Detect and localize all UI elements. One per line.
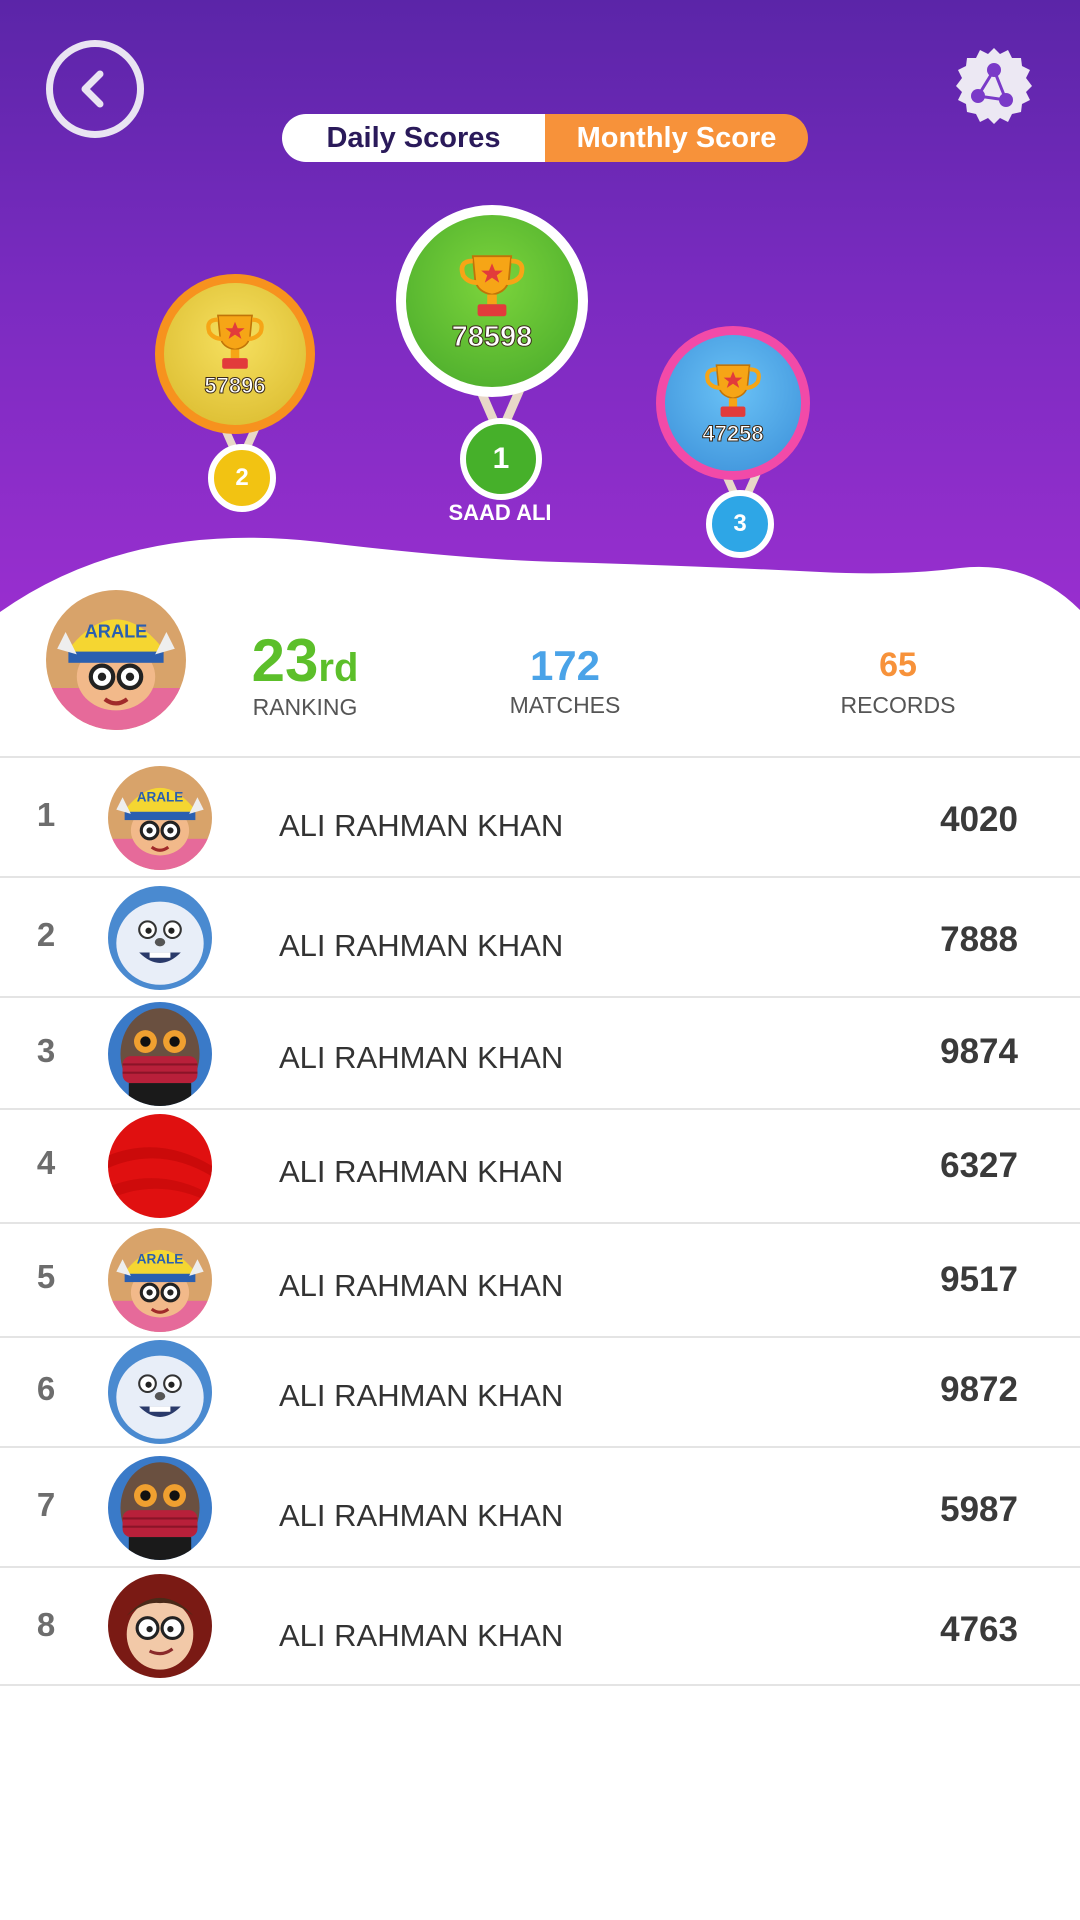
row-name: ALI RAHMAN KHAN — [279, 1268, 564, 1303]
share-icon — [956, 48, 1032, 124]
owl-avatar-icon — [108, 1002, 212, 1106]
yeti-avatar-icon — [108, 1340, 212, 1444]
row-name: ALI RAHMAN KHAN — [279, 1378, 564, 1413]
row-avatar — [108, 766, 212, 870]
my-avatar — [46, 590, 186, 730]
yeti-avatar-icon — [108, 886, 212, 990]
row-rank: 2 — [36, 916, 56, 953]
podium-second-medal[interactable]: 57896 — [155, 274, 315, 434]
row-rank: 4 — [36, 1144, 56, 1181]
row-name: ALI RAHMAN KHAN — [279, 808, 564, 843]
row-avatar — [108, 1456, 212, 1560]
podium-first-score: 78598 — [451, 320, 533, 353]
girl-avatar-icon — [108, 766, 212, 870]
leaderboard-header: Daily Scores Monthly Score 78598 1 SAAD … — [0, 0, 1080, 640]
row-avatar — [108, 1340, 212, 1444]
row-score: 9872 — [940, 1370, 1018, 1409]
row-score: 9874 — [940, 1032, 1018, 1071]
trophy-icon — [456, 249, 528, 321]
row-rank: 5 — [36, 1258, 56, 1295]
row-rank: 3 — [36, 1032, 56, 1069]
row-score: 4763 — [940, 1610, 1018, 1649]
ranking-label: RANKING — [252, 694, 358, 720]
matches-value: 172 — [529, 642, 601, 689]
rank-badge-1: 1 — [460, 418, 542, 500]
ranking-value-wrap: 23rd — [240, 626, 370, 695]
podium-second-score: 57896 — [204, 373, 266, 399]
boy-avatar-icon — [108, 1574, 212, 1678]
ranking-suffix: rd — [318, 646, 359, 690]
leaderboard-list: 1 ALI RAHMAN KHAN 4020 2 ALI RAHMAN KHAN… — [0, 756, 1080, 1686]
chevron-left-icon — [81, 70, 104, 108]
row-name: ALI RAHMAN KHAN — [279, 1498, 564, 1533]
row-name: ALI RAHMAN KHAN — [279, 1040, 564, 1075]
row-name: ALI RAHMAN KHAN — [279, 1618, 564, 1653]
row-avatar — [108, 1002, 212, 1106]
row-name: ALI RAHMAN KHAN — [279, 1154, 564, 1189]
red-avatar-icon — [108, 1114, 212, 1218]
list-item[interactable]: 4 ALI RAHMAN KHAN 6327 — [0, 1108, 1080, 1222]
list-item[interactable]: 5 ALI RAHMAN KHAN 9517 — [0, 1222, 1080, 1336]
girl-avatar-icon — [46, 590, 186, 730]
row-score: 6327 — [940, 1146, 1018, 1185]
records-value: 65 — [879, 646, 917, 684]
back-button[interactable] — [46, 40, 144, 138]
rank-badge-2: 2 — [208, 444, 276, 512]
list-item[interactable]: 2 ALI RAHMAN KHAN 7888 — [0, 876, 1080, 996]
list-item[interactable]: 7 ALI RAHMAN KHAN 5987 — [0, 1446, 1080, 1566]
list-item[interactable]: 3 ALI RAHMAN KHAN 9874 — [0, 996, 1080, 1108]
share-button[interactable] — [948, 44, 1040, 136]
trophy-icon — [702, 359, 764, 421]
ranking-value: 23 — [251, 627, 319, 694]
tab-monthly-score[interactable]: Monthly Score — [545, 114, 808, 162]
row-rank: 7 — [36, 1486, 56, 1523]
podium-first-medal[interactable]: 78598 — [396, 205, 588, 397]
row-score: 7888 — [940, 920, 1018, 959]
matches-label: MATCHES — [509, 692, 621, 718]
row-rank: 8 — [36, 1606, 56, 1643]
records-label: RECORDS — [840, 692, 956, 718]
podium-third-medal[interactable]: 47258 — [656, 326, 810, 480]
row-score: 5987 — [940, 1490, 1018, 1529]
row-name: ALI RAHMAN KHAN — [279, 928, 564, 963]
list-item[interactable]: 1 ALI RAHMAN KHAN 4020 — [0, 756, 1080, 876]
trophy-icon — [203, 309, 267, 373]
list-item[interactable]: 6 ALI RAHMAN KHAN 9872 — [0, 1336, 1080, 1446]
row-rank: 1 — [36, 796, 56, 833]
row-rank: 6 — [36, 1370, 56, 1407]
row-avatar — [108, 886, 212, 990]
row-score: 9517 — [940, 1260, 1018, 1299]
row-avatar — [108, 1574, 212, 1678]
girl-avatar-icon — [108, 1228, 212, 1332]
podium-third-score: 47258 — [702, 421, 764, 447]
row-score: 4020 — [940, 800, 1018, 839]
row-avatar — [108, 1228, 212, 1332]
row-avatar — [108, 1114, 212, 1218]
score-tabs: Daily Scores Monthly Score — [282, 114, 808, 162]
tab-daily-scores[interactable]: Daily Scores — [282, 114, 545, 162]
owl-avatar-icon — [108, 1456, 212, 1560]
list-item[interactable]: 8 ALI RAHMAN KHAN 4763 — [0, 1566, 1080, 1686]
my-stats: 23rd RANKING 172 MATCHES 65 RECORDS — [0, 586, 1080, 756]
